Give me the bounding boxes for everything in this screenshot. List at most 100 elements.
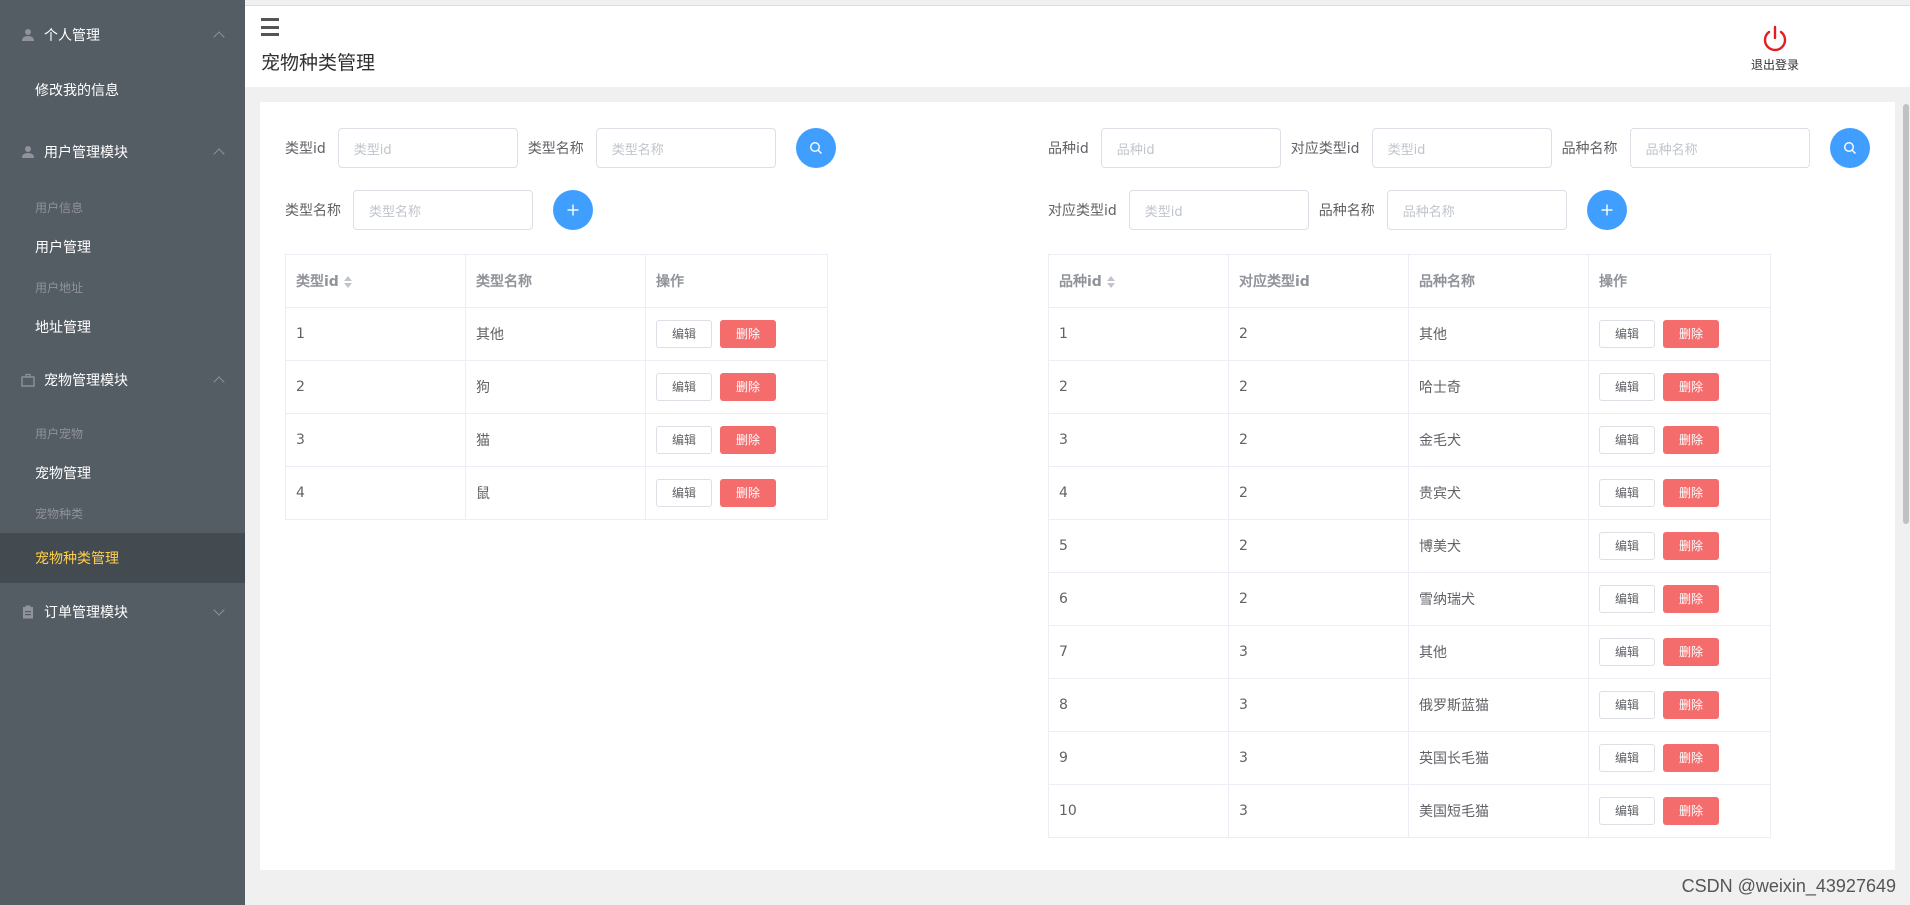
menu-group-title-text: 用户管理模块 (44, 145, 128, 161)
menu-group-personal[interactable]: 个人管理 (0, 0, 245, 70)
breed-add-name-label: 品种名称 (1318, 203, 1375, 219)
edit-button[interactable]: 编辑 (1599, 320, 1655, 348)
menu-item-user-manage[interactable]: 用户管理 (0, 227, 245, 267)
menu-toggle-icon[interactable] (261, 18, 279, 36)
delete-button[interactable]: 删除 (1663, 426, 1719, 454)
edit-button[interactable]: 编辑 (1599, 479, 1655, 507)
delete-button[interactable]: 删除 (1663, 585, 1719, 613)
column-header-type-name: 类型名称 (465, 254, 646, 308)
delete-button[interactable]: 删除 (1663, 638, 1719, 666)
edit-button[interactable]: 编辑 (656, 479, 712, 507)
breed-add-type-input[interactable]: 类型id (1128, 190, 1309, 230)
breed-type-label: 对应类型id (1290, 141, 1360, 157)
delete-button[interactable]: 删除 (1663, 320, 1719, 348)
delete-button[interactable]: 删除 (720, 479, 776, 507)
menu-item-edit-my-info[interactable]: 修改我的信息 (0, 70, 245, 110)
type-add-button[interactable] (553, 190, 593, 230)
breed-search-button[interactable] (1829, 128, 1870, 168)
cell-type-name: 猫 (465, 413, 646, 467)
delete-button[interactable]: 删除 (1663, 532, 1719, 560)
edit-button[interactable]: 编辑 (1599, 426, 1655, 454)
menu-section-user-address: 用户地址 (35, 280, 84, 295)
breed-add-button[interactable] (1586, 190, 1627, 230)
edit-button[interactable]: 编辑 (1599, 691, 1655, 719)
row-actions: 编辑 删除 (645, 413, 828, 467)
logout-button[interactable]: 退出登录 (1745, 24, 1805, 73)
type-search-button[interactable] (795, 128, 836, 168)
watermark: CSDN @weixin_43927649 (1681, 876, 1896, 896)
edit-button[interactable]: 编辑 (1599, 585, 1655, 613)
cell-breed-name: 金毛犬 (1408, 413, 1589, 467)
menu-group-title-text: 订单管理模块 (44, 605, 128, 621)
delete-button[interactable]: 删除 (720, 426, 776, 454)
delete-button[interactable]: 删除 (1663, 744, 1719, 772)
menu-group-pet[interactable]: 宠物管理模块 (0, 347, 245, 413)
edit-button[interactable]: 编辑 (1599, 638, 1655, 666)
row-actions: 编辑 删除 (1588, 413, 1771, 467)
breed-panel: 品种id 品种id 对应类型id 类型id 品种名称 品种名称 对应类型id 类… (1048, 128, 1870, 838)
page-title: 宠物种类管理 (261, 52, 376, 74)
scrollbar[interactable] (1903, 102, 1910, 870)
cell-breed-type-id: 3 (1228, 678, 1409, 732)
breed-table: 品种id 对应类型id 品种名称 操作 1 2 其他 编辑 删除 2 2 哈士奇 编辑 删除 3 2 金… (1048, 254, 1771, 838)
type-id-label: 类型id (285, 141, 326, 157)
type-search-form: 类型id 类型id 类型名称 类型名称 (285, 128, 836, 168)
type-id-search-input[interactable]: 类型id (337, 128, 518, 168)
briefcase-icon (20, 372, 36, 388)
edit-button[interactable]: 编辑 (1599, 373, 1655, 401)
delete-button[interactable]: 删除 (1663, 691, 1719, 719)
type-name-search-input[interactable]: 类型名称 (595, 128, 776, 168)
row-actions: 编辑 删除 (645, 360, 828, 414)
cell-breed-id: 2 (1048, 360, 1229, 414)
delete-button[interactable]: 删除 (1663, 479, 1719, 507)
cell-breed-name: 哈士奇 (1408, 360, 1589, 414)
edit-button[interactable]: 编辑 (656, 373, 712, 401)
breed-type-search-input[interactable]: 类型id (1371, 128, 1552, 168)
type-table: 类型id 类型名称 操作 1 其他 编辑 删除 2 狗编辑 删除 3 猫编辑 删除 4 鼠编辑 删除 (285, 254, 828, 520)
menu-item-pet-manage[interactable]: 宠物管理 (0, 453, 245, 493)
table-row: 2 2 哈士奇 编辑 删除 (1048, 360, 1771, 414)
breed-name-search-input[interactable]: 品种名称 (1629, 128, 1810, 168)
table-header-row: 品种id 对应类型id 品种名称 操作 (1048, 254, 1771, 308)
header: 宠物种类管理 退出登录 (245, 5, 1910, 87)
breed-id-search-input[interactable]: 品种id (1100, 128, 1281, 168)
table-header-row: 类型id 类型名称 操作 (285, 254, 828, 308)
cell-breed-name: 俄罗斯蓝猫 (1408, 678, 1589, 732)
breed-id-label: 品种id (1048, 141, 1089, 157)
row-actions: 编辑 删除 (645, 466, 828, 520)
column-header-actions: 操作 (645, 254, 828, 308)
chevron-up-icon (213, 31, 225, 43)
menu-group-order[interactable]: 订单管理模块 (0, 583, 245, 641)
delete-button[interactable]: 删除 (720, 373, 776, 401)
sort-icon[interactable] (1106, 275, 1115, 289)
scrollbar-thumb[interactable] (1903, 104, 1909, 524)
main-content: 类型id 类型id 类型名称 类型名称 类型名称 类型名称 类型id 类型名称 … (260, 102, 1895, 870)
edit-button[interactable]: 编辑 (656, 320, 712, 348)
menu-group-user[interactable]: 用户管理模块 (0, 117, 245, 187)
delete-button[interactable]: 删除 (720, 320, 776, 348)
delete-button[interactable]: 删除 (1663, 797, 1719, 825)
edit-button[interactable]: 编辑 (1599, 532, 1655, 560)
edit-button[interactable]: 编辑 (1599, 744, 1655, 772)
sort-icon[interactable] (343, 275, 352, 289)
cell-breed-name: 博美犬 (1408, 519, 1589, 573)
user-icon (20, 144, 36, 160)
breed-add-name-input[interactable]: 品种名称 (1386, 190, 1567, 230)
type-panel: 类型id 类型id 类型名称 类型名称 类型名称 类型名称 类型id 类型名称 … (285, 128, 836, 520)
edit-button[interactable]: 编辑 (1599, 797, 1655, 825)
logout-label: 退出登录 (1750, 58, 1799, 72)
row-actions: 编辑 删除 (1588, 731, 1771, 785)
cell-breed-type-id: 3 (1228, 731, 1409, 785)
type-add-name-input[interactable]: 类型名称 (353, 190, 533, 230)
chevron-up-icon (213, 148, 225, 160)
delete-button[interactable]: 删除 (1663, 373, 1719, 401)
type-name-label: 类型名称 (527, 141, 584, 157)
edit-button[interactable]: 编辑 (656, 426, 712, 454)
column-header-type-id[interactable]: 类型id (285, 254, 466, 308)
cell-type-id: 2 (285, 360, 466, 414)
column-header-breed-id[interactable]: 品种id (1048, 254, 1229, 308)
menu-item-pet-type-manage[interactable]: 宠物种类管理 (0, 533, 245, 583)
menu-section-user-pet: 用户宠物 (35, 426, 84, 441)
plus-icon (1601, 204, 1613, 216)
menu-item-address-manage[interactable]: 地址管理 (0, 307, 245, 347)
